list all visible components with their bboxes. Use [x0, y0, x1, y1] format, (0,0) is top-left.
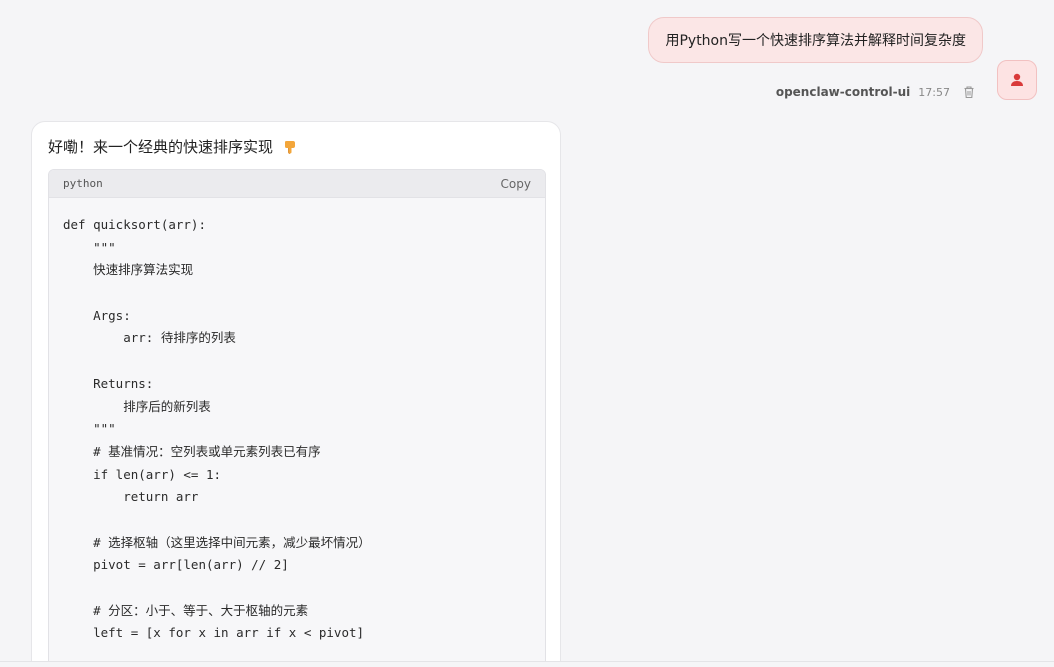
code-line: pivot = arr[len(arr) // 2]	[63, 557, 289, 573]
chat-page: 用Python写一个快速排序算法并解释时间复杂度 openclaw-contro…	[0, 0, 1054, 667]
code-line: if len(arr) <= 1:	[63, 466, 222, 482]
code-line: def quicksort(arr):	[63, 217, 206, 232]
code-line: # 分区：小于、等于、大于枢轴的元素	[63, 602, 309, 618]
code-line: """	[63, 421, 116, 437]
user-avatar[interactable]	[997, 60, 1037, 100]
copy-button[interactable]: Copy	[501, 177, 531, 191]
code-line: return arr	[63, 489, 199, 505]
pointing-down-emoji-icon	[284, 141, 295, 154]
code-line: # 基准情况：空列表或单元素列表已有序	[63, 443, 321, 459]
code-line: left = [x for x in arr if x < pivot]	[63, 625, 365, 641]
code-header: python Copy	[49, 170, 545, 198]
code-line: """	[63, 239, 116, 255]
trash-icon[interactable]	[962, 85, 976, 99]
code-line: # 选择枢轴（这里选择中间元素，减少最坏情况）	[63, 534, 371, 550]
code-body: def quicksort(arr): """ 快速排序算法实现 Args: a…	[49, 198, 545, 645]
assistant-message-card: 好嘞！来一个经典的快速排序实现 python Copy def quicksor…	[31, 121, 561, 667]
assistant-intro-text: 好嘞！来一个经典的快速排序实现	[48, 138, 274, 156]
user-icon	[1011, 73, 1023, 86]
code-line: arr: 待排序的列表	[63, 330, 236, 346]
code-language: python	[63, 177, 103, 190]
message-meta: openclaw-control-ui 17:57	[776, 85, 976, 99]
code-line: 排序后的新列表	[63, 398, 211, 414]
sender-name: openclaw-control-ui	[775, 85, 911, 99]
message-time: 17:57	[918, 85, 950, 99]
user-message-text: 用Python写一个快速排序算法并解释时间复杂度	[665, 33, 966, 49]
code-line: 快速排序算法实现	[63, 262, 194, 278]
code-line: Args:	[63, 307, 131, 323]
code-line: Returns:	[63, 375, 154, 391]
code-block: python Copy def quicksort(arr): """ 快速排序…	[48, 169, 546, 667]
assistant-intro: 好嘞！来一个经典的快速排序实现	[48, 136, 298, 157]
bottom-divider	[0, 661, 1054, 667]
user-message-bubble: 用Python写一个快速排序算法并解释时间复杂度	[648, 17, 983, 63]
